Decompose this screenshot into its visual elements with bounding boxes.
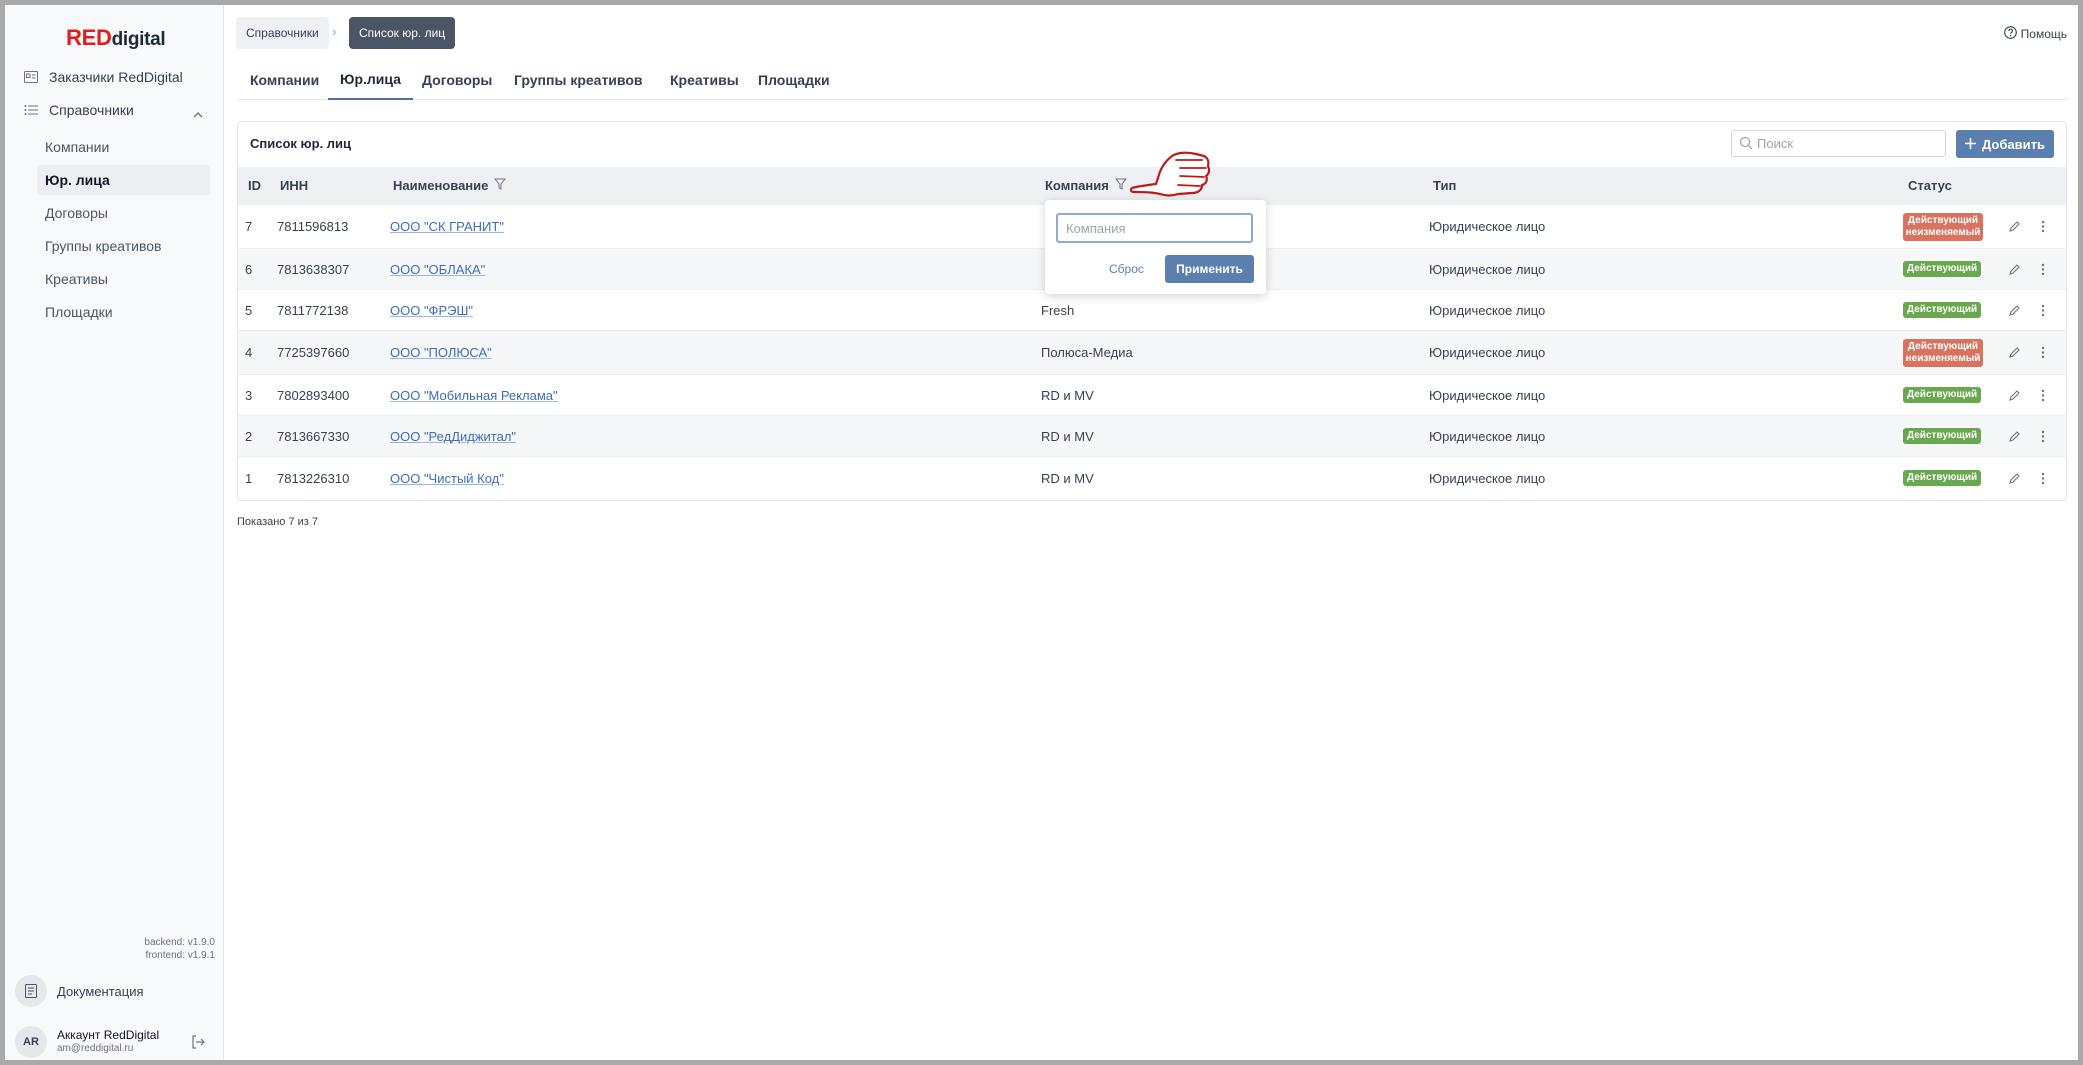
company-filter-input[interactable]: Компания — [1056, 213, 1253, 243]
entity-link[interactable]: ООО "РедДиджитал" — [390, 429, 516, 444]
entity-link[interactable]: ООО "ФРЭШ" — [390, 303, 473, 318]
edit-icon[interactable] — [2008, 416, 2021, 456]
edit-icon[interactable] — [2008, 249, 2021, 289]
tab-platforms[interactable]: Площадки — [746, 60, 842, 100]
table-row[interactable]: 4 7725397660 ООО "ПОЛЮСА" Полюса-Медиа Ю… — [238, 330, 2066, 374]
logo[interactable]: REDdigital — [66, 25, 166, 51]
apply-button[interactable]: Применить — [1165, 255, 1254, 283]
entity-link[interactable]: ООО "ПОЛЮСА" — [390, 345, 492, 360]
status-badge: Действующий — [1903, 261, 1982, 277]
tab-creative-groups[interactable]: Группы креативов — [502, 60, 655, 100]
logout-icon[interactable] — [191, 1035, 205, 1054]
edit-icon[interactable] — [2008, 331, 2021, 374]
tab-companies[interactable]: Компании — [238, 60, 331, 100]
status-badge: Действующий неизменяемый — [1903, 338, 1983, 367]
filter-icon[interactable] — [494, 178, 507, 193]
breadcrumb-directories[interactable]: Справочники — [236, 17, 329, 49]
search-icon — [1739, 136, 1753, 153]
sidebar: REDdigital Заказчики RedDigital Справочн… — [5, 5, 224, 1060]
sidebar-item-directories[interactable]: Справочники — [23, 98, 134, 122]
list-icon — [23, 102, 39, 118]
status-badge: Действующий — [1903, 302, 1982, 318]
id-card-icon — [23, 69, 39, 85]
company-filter-popover: Компания Сброс Применить — [1045, 200, 1266, 294]
status-badge: Действующий неизменяемый — [1903, 212, 1983, 241]
reset-button[interactable]: Сброс — [1109, 262, 1144, 276]
more-icon[interactable] — [2041, 416, 2045, 456]
avatar: AR — [15, 1026, 47, 1058]
status-badge: Действующий — [1903, 387, 1982, 403]
add-button[interactable]: Добавить — [1956, 130, 2054, 158]
account[interactable]: AR Аккаунт RedDigital am@reddigital.ru — [15, 1026, 159, 1058]
chevron-right-icon: › — [332, 24, 337, 39]
entity-link[interactable]: ООО "СК ГРАНИТ" — [390, 219, 504, 234]
column-inn[interactable]: ИНН — [280, 167, 308, 204]
question-circle-icon — [2003, 26, 2017, 42]
sidebar-item-legal-entities[interactable]: Юр. лица — [37, 165, 210, 195]
column-name[interactable]: Наименование — [393, 167, 507, 204]
table-row[interactable]: 5 7811772138 ООО "ФРЭШ" Fresh Юридическо… — [238, 289, 2066, 330]
more-icon[interactable] — [2041, 205, 2045, 248]
edit-icon[interactable] — [2008, 457, 2021, 499]
sidebar-item-customers[interactable]: Заказчики RedDigital — [23, 65, 183, 89]
version-info: backend: v1.9.0 frontend: v1.9.1 — [144, 937, 215, 961]
breadcrumb-current: Список юр. лиц — [349, 17, 456, 49]
sidebar-item-contracts[interactable]: Договоры — [37, 198, 210, 228]
edit-icon[interactable] — [2008, 205, 2021, 248]
pagination-summary: Показано 7 из 7 — [237, 516, 319, 528]
table-row[interactable]: 2 7813667330 ООО "РедДиджитал" RD и MV Ю… — [238, 415, 2066, 456]
more-icon[interactable] — [2041, 331, 2045, 374]
plus-icon — [1965, 137, 1977, 152]
search-input[interactable]: Поиск — [1731, 130, 1946, 157]
document-icon — [15, 975, 47, 1007]
status-badge: Действующий — [1903, 428, 1982, 444]
filter-icon[interactable] — [1114, 178, 1127, 193]
column-company[interactable]: Компания — [1045, 167, 1127, 204]
status-badge: Действующий — [1903, 470, 1982, 486]
more-icon[interactable] — [2041, 249, 2045, 289]
card-title: Список юр. лиц — [250, 136, 352, 151]
entity-link[interactable]: ООО "Чистый Код" — [390, 471, 504, 486]
documentation-link[interactable]: Документация — [15, 975, 144, 1007]
entity-link[interactable]: ООО "ОБЛАКА" — [390, 262, 485, 277]
table-row[interactable]: 1 7813226310 ООО "Чистый Код" RD и MV Юр… — [238, 456, 2066, 499]
tab-bar: Компании Юр.лица Договоры Группы креатив… — [238, 60, 2068, 100]
column-id[interactable]: ID — [248, 167, 261, 204]
sidebar-item-companies[interactable]: Компании — [37, 132, 210, 162]
column-type[interactable]: Тип — [1433, 167, 1456, 204]
help-link[interactable]: Помощь — [2003, 26, 2067, 42]
more-icon[interactable] — [2041, 457, 2045, 499]
sidebar-item-creatives[interactable]: Креативы — [37, 264, 210, 294]
sidebar-item-creative-groups[interactable]: Группы креативов — [37, 231, 210, 261]
tab-creatives[interactable]: Креативы — [658, 60, 751, 100]
entity-link[interactable]: ООО "Мобильная Реклама" — [390, 388, 558, 403]
more-icon[interactable] — [2041, 290, 2045, 330]
chevron-up-icon[interactable] — [193, 105, 203, 123]
edit-icon[interactable] — [2008, 290, 2021, 330]
account-email: am@reddigital.ru — [57, 1043, 134, 1054]
more-icon[interactable] — [2041, 375, 2045, 415]
column-status[interactable]: Статус — [1908, 167, 1952, 204]
tab-legal-entities[interactable]: Юр.лица — [328, 60, 413, 100]
account-name: Аккаунт RedDigital — [57, 1028, 160, 1042]
table-row[interactable]: 3 7802893400 ООО "Мобильная Реклама" RD … — [238, 374, 2066, 415]
edit-icon[interactable] — [2008, 375, 2021, 415]
sidebar-item-platforms[interactable]: Площадки — [37, 297, 210, 327]
tab-contracts[interactable]: Договоры — [410, 60, 504, 100]
pointing-hand-icon — [1130, 151, 1211, 197]
